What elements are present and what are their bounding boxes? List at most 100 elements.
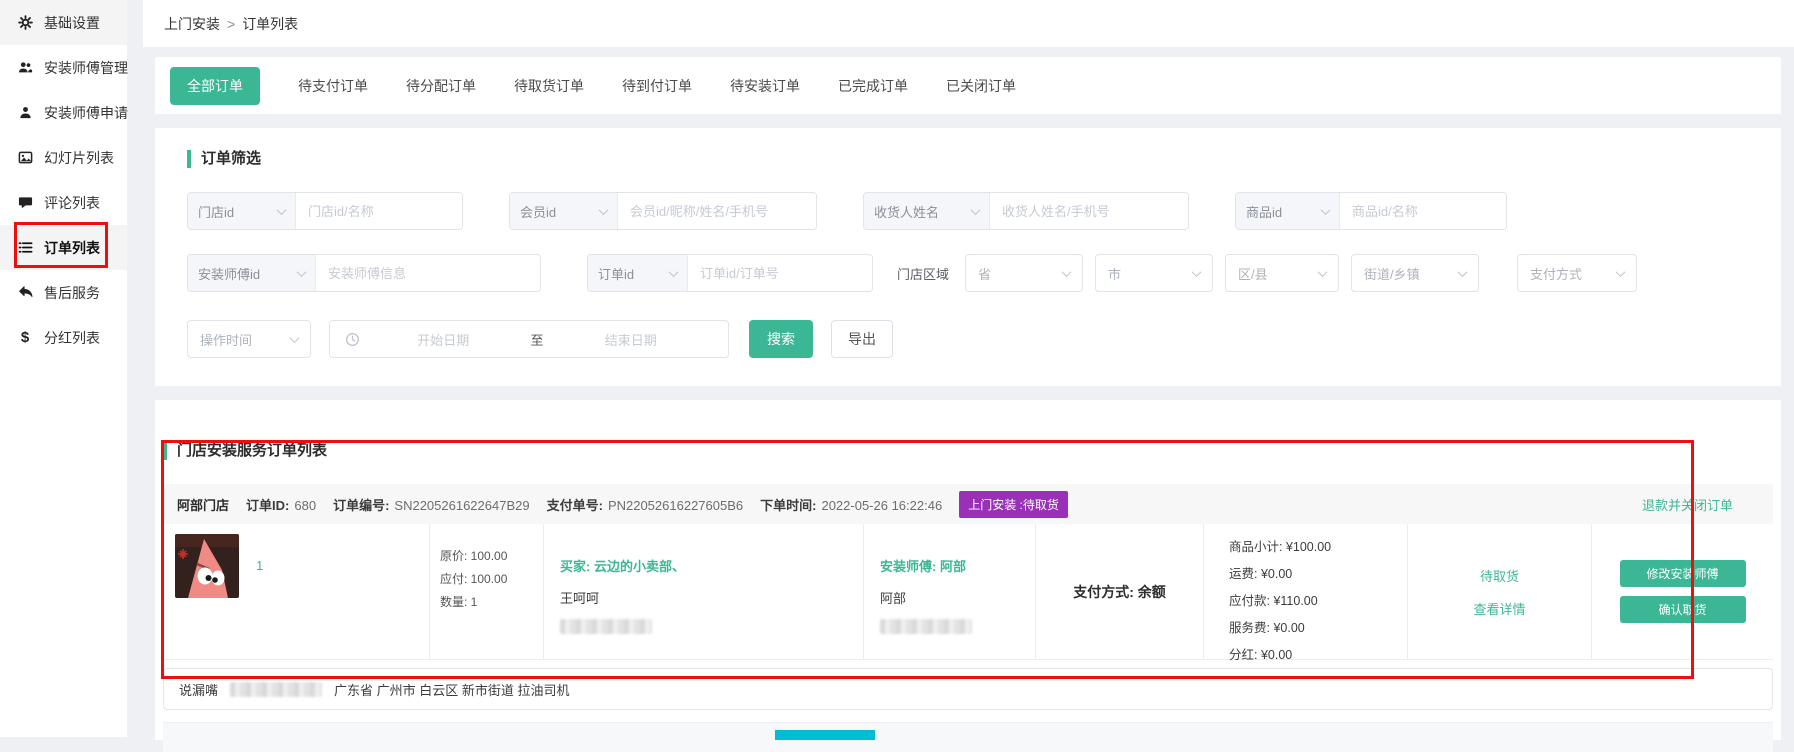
- payment-method-select-label: 支付方式: [1530, 264, 1582, 283]
- tab-pending-assignment[interactable]: 待分配订单: [406, 76, 476, 96]
- street-select[interactable]: 街道/乡镇: [1351, 254, 1479, 292]
- product-image[interactable]: [175, 534, 239, 598]
- installer-name: 阿部: [880, 588, 1035, 607]
- price-cell: 原价: 100.00 应付: 100.00 数量: 1: [429, 524, 543, 659]
- chevron-down-icon: [290, 333, 300, 343]
- store-name: 阿部门店: [177, 495, 229, 514]
- status-cell: 待取货 查看详情: [1407, 524, 1591, 659]
- order-id-field: 订单ID:680: [246, 495, 316, 514]
- chevron-down-icon: [669, 267, 679, 277]
- member-id-select[interactable]: 会员id: [510, 193, 618, 229]
- tab-pending-pickup[interactable]: 待取货订单: [514, 76, 584, 96]
- filter-row-1: 门店id 会员id 收货人姓名 商品id: [187, 192, 1781, 230]
- sidebar-item-label: 分红列表: [44, 328, 100, 348]
- address-contact-name: 说漏嘴: [179, 680, 218, 699]
- payment-number-label: 支付单号:: [547, 498, 603, 513]
- end-date-placeholder[interactable]: 结束日期: [548, 330, 715, 349]
- chevron-down-icon: [1616, 267, 1626, 277]
- order-address-bar: 说漏嘴 广东省 广州市 白云区 新市街道 拉油司机: [163, 668, 1773, 710]
- sidebar-item-dividend-list[interactable]: $ 分红列表: [0, 315, 127, 360]
- dollar-icon: $: [17, 330, 33, 346]
- confirm-pickup-button[interactable]: 确认取货: [1620, 596, 1746, 623]
- installer-phone-blurred: [880, 619, 972, 634]
- users-icon: [17, 60, 33, 76]
- subtotal-line: 商品小计: ¥100.00: [1229, 534, 1407, 561]
- tab-closed[interactable]: 已关闭订单: [946, 76, 1016, 96]
- city-select[interactable]: 市: [1095, 254, 1213, 292]
- chevron-down-icon: [1062, 267, 1072, 277]
- next-order-status-badge: [775, 730, 875, 740]
- product-quantity: 1: [256, 534, 263, 598]
- service-fee-line: 服务费: ¥0.00: [1229, 615, 1407, 642]
- status-badge: 上门安装 :待取货: [959, 491, 1068, 518]
- start-date-placeholder[interactable]: 开始日期: [360, 330, 527, 349]
- order-block: 阿部门店 订单ID:680 订单编号:SN2205261622647B29 支付…: [163, 484, 1773, 710]
- order-id-select[interactable]: 订单id: [588, 255, 688, 291]
- address-phone-blurred: [230, 682, 322, 697]
- chevron-down-icon: [1321, 205, 1331, 215]
- installer-input[interactable]: [316, 255, 540, 291]
- sidebar-item-installer-management[interactable]: 安装师傅管理: [0, 45, 127, 90]
- city-select-label: 市: [1108, 264, 1121, 283]
- order-id-value: 680: [294, 498, 316, 513]
- tab-completed[interactable]: 已完成订单: [838, 76, 908, 96]
- sidebar-item-order-list[interactable]: 订单列表: [0, 225, 127, 270]
- store-id-select[interactable]: 门店id: [188, 193, 296, 229]
- street-select-label: 街道/乡镇: [1364, 264, 1420, 283]
- chevron-down-icon: [599, 205, 609, 215]
- sidebar-item-label: 幻灯片列表: [44, 148, 114, 168]
- date-range-picker[interactable]: 开始日期 至 结束日期: [329, 320, 729, 358]
- sidebar-item-slideshow-list[interactable]: 幻灯片列表: [0, 135, 127, 180]
- product-input[interactable]: [1340, 193, 1506, 229]
- order-input[interactable]: [688, 255, 872, 291]
- shipping-line: 运费: ¥0.00: [1229, 561, 1407, 588]
- operation-time-select[interactable]: 操作时间: [187, 320, 311, 358]
- user-icon: [17, 105, 33, 121]
- tab-all-orders[interactable]: 全部订单: [170, 67, 260, 105]
- export-button[interactable]: 导出: [831, 320, 893, 358]
- product-id-select[interactable]: 商品id: [1236, 193, 1340, 229]
- order-number-label: 订单编号:: [333, 498, 389, 513]
- tab-pending-install[interactable]: 待安装订单: [730, 76, 800, 96]
- receiver-input[interactable]: [990, 193, 1188, 229]
- province-select-label: 省: [978, 264, 991, 283]
- sidebar-item-after-sales[interactable]: 售后服务: [0, 270, 127, 315]
- chevron-down-icon: [1458, 267, 1468, 277]
- chevron-down-icon: [1192, 267, 1202, 277]
- next-order-header-partial: [163, 722, 1773, 752]
- view-details-link[interactable]: 查看详情: [1473, 599, 1525, 618]
- refund-close-order-link[interactable]: 退款并关闭订单: [1642, 495, 1733, 514]
- member-input[interactable]: [618, 193, 816, 229]
- chevron-down-icon: [277, 205, 287, 215]
- receiver-name-select[interactable]: 收货人姓名: [864, 193, 990, 229]
- tab-pay-on-delivery[interactable]: 待到付订单: [622, 76, 692, 96]
- search-button[interactable]: 搜索: [749, 320, 813, 358]
- province-select[interactable]: 省: [965, 254, 1083, 292]
- comment-icon: [17, 195, 33, 211]
- payment-number-field: 支付单号: PN22052616227605B6: [547, 495, 744, 514]
- status-text: 待取货: [1480, 566, 1519, 585]
- list-icon: [17, 240, 33, 256]
- gear-icon: [17, 15, 33, 31]
- payment-number-value: PN22052616227605B6: [608, 498, 743, 513]
- installer-id-select-label: 安装师傅id: [198, 264, 260, 283]
- order-list-title: 门店安装服务订单列表: [163, 442, 1773, 460]
- filter-title: 订单筛选: [187, 150, 1781, 168]
- order-time-field: 下单时间:2022-05-26 16:22:46: [760, 495, 942, 514]
- sidebar-item-comment-list[interactable]: 评论列表: [0, 180, 127, 225]
- installer-id-select[interactable]: 安装师傅id: [188, 255, 316, 291]
- amounts-cell: 商品小计: ¥100.00 运费: ¥0.00 应付款: ¥110.00 服务费…: [1203, 524, 1407, 659]
- breadcrumb-section[interactable]: 上门安装: [164, 14, 220, 34]
- sidebar-item-label: 基础设置: [44, 13, 100, 33]
- payment-method-text: 支付方式: 余额: [1073, 582, 1166, 602]
- district-select[interactable]: 区/县: [1225, 254, 1339, 292]
- tab-pending-payment[interactable]: 待支付订单: [298, 76, 368, 96]
- payment-method-select[interactable]: 支付方式: [1517, 254, 1637, 292]
- order-time-label: 下单时间:: [760, 498, 816, 513]
- change-installer-button[interactable]: 修改安装师傅: [1620, 560, 1746, 587]
- sidebar-item-basic-settings[interactable]: 基础设置: [0, 0, 127, 45]
- receiver-filter-group: 收货人姓名: [863, 192, 1189, 230]
- store-input[interactable]: [296, 193, 462, 229]
- sidebar-item-installer-application[interactable]: 安装师傅申请: [0, 90, 127, 135]
- quantity-line: 数量: 1: [440, 591, 543, 614]
